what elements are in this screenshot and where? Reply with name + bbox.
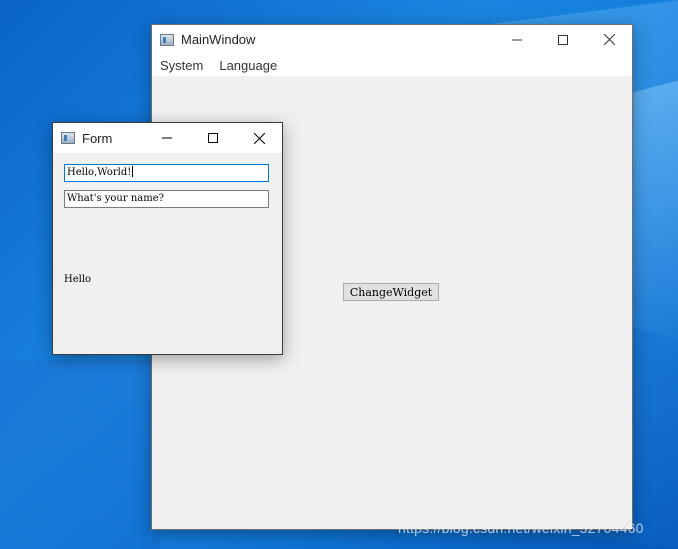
form-window-client: Hello,World! What's your name? Hello [53,153,282,354]
menu-system[interactable]: System [160,58,203,73]
form-minimize-button[interactable] [144,123,190,153]
menu-language[interactable]: Language [219,58,277,73]
close-icon [253,132,265,144]
minimize-button[interactable] [494,25,540,54]
form-close-button[interactable] [236,123,282,153]
form-window-title: Form [82,130,113,146]
maximize-icon [558,34,568,45]
minimize-icon [512,39,522,40]
main-window-title: MainWindow [181,32,256,47]
greeting-input-value: Hello,World! [67,167,132,178]
form-window: Form Hello,World! What's your name? Hell… [52,122,283,355]
name-input-value: What's your name? [67,193,164,204]
close-icon [603,34,615,45]
watermark-text: https://blog.csdn.net/weixin_52704460 [398,520,644,536]
close-button[interactable] [586,25,632,54]
name-input[interactable]: What's your name? [64,190,269,208]
maximize-icon [208,133,218,143]
menu-bar: System Language [152,54,632,76]
form-maximize-button[interactable] [190,123,236,153]
form-window-titlebar[interactable]: Form [53,123,282,153]
desktop-shadow-panel [0,360,160,549]
change-widget-button[interactable]: ChangeWidget [343,283,439,301]
app-icon [160,33,174,46]
maximize-button[interactable] [540,25,586,54]
app-icon [61,132,75,144]
hello-label: Hello [64,274,92,285]
minimize-icon [162,137,172,139]
main-window-titlebar[interactable]: MainWindow [152,25,632,54]
text-caret [132,166,134,177]
greeting-input[interactable]: Hello,World! [64,164,269,182]
